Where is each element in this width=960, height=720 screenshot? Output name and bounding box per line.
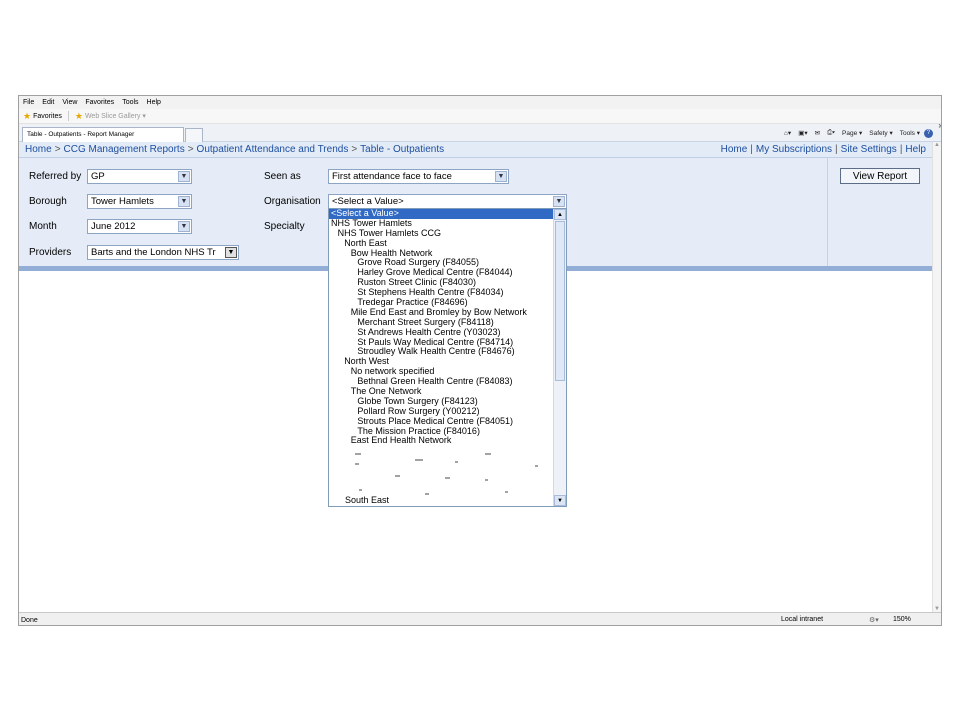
providers-select[interactable]: Barts and the London NHS Tr ▼ xyxy=(87,245,239,260)
read-mail-icon[interactable]: ✉ xyxy=(815,129,820,137)
obscured-options xyxy=(355,449,538,501)
status-bar: Done Local intranet ⚙▾ 150% xyxy=(19,612,941,625)
status-text: Done xyxy=(21,616,38,624)
breadcrumb-separator: > xyxy=(351,144,358,155)
link-separator: | xyxy=(835,144,838,155)
menu-help[interactable]: Help xyxy=(147,99,161,106)
month-select[interactable]: June 2012 ▼ xyxy=(87,219,192,234)
global-link[interactable]: Home xyxy=(721,144,748,155)
tab-title: Table - Outpatients - Report Manager xyxy=(27,131,135,138)
browser-tab-active[interactable]: Table - Outpatients - Report Manager xyxy=(22,127,184,142)
menu-bar: File Edit View Favorites Tools Help xyxy=(19,96,941,109)
seen-as-value: First attendance face to face xyxy=(332,171,452,182)
chevron-down-icon[interactable]: ▼ xyxy=(553,196,565,207)
breadcrumb-link[interactable]: CCG Management Reports xyxy=(64,144,185,155)
chevron-down-icon[interactable]: ▼ xyxy=(178,196,190,207)
referred-by-select[interactable]: GP ▼ xyxy=(87,169,192,184)
favorites-star-icon[interactable]: ★ xyxy=(23,111,31,122)
chevron-down-icon[interactable]: ▼ xyxy=(495,171,507,182)
borough-value: Tower Hamlets xyxy=(91,196,154,207)
global-link[interactable]: Site Settings xyxy=(841,144,897,155)
breadcrumb-link[interactable]: Home xyxy=(25,144,52,155)
favorites-button[interactable]: Favorites xyxy=(33,113,62,120)
toolbar-divider xyxy=(67,111,69,121)
new-tab-button[interactable] xyxy=(185,128,203,142)
referred-by-label: Referred by xyxy=(29,171,82,182)
breadcrumb: Home > CCG Management Reports > Outpatient A… xyxy=(25,144,444,155)
breadcrumb-separator: > xyxy=(54,144,61,155)
month-label: Month xyxy=(29,221,57,232)
chevron-down-icon[interactable]: ▼ xyxy=(225,247,237,258)
tools-menu[interactable]: Tools ▾ xyxy=(900,129,920,137)
browser-window: File Edit View Favorites Tools Help ★ Favorit… xyxy=(18,95,942,626)
seen-as-label: Seen as xyxy=(264,171,301,182)
safety-menu[interactable]: Safety ▾ xyxy=(869,129,893,137)
zoom-level[interactable]: 150% xyxy=(893,616,911,623)
help-icon[interactable]: ? xyxy=(924,128,933,138)
chevron-more-icon[interactable]: » xyxy=(939,121,941,130)
menu-tools[interactable]: Tools xyxy=(122,99,138,106)
borough-select[interactable]: Tower Hamlets ▼ xyxy=(87,194,192,209)
organisation-value: <Select a Value> xyxy=(332,196,404,207)
feeds-icon[interactable]: ▣▾ xyxy=(798,129,807,137)
command-bar: ⌂▾ ▣▾ ✉ ⎙▾ Page ▾ Safety ▾ Tools ▾ ? » xyxy=(777,121,941,139)
panel-divider xyxy=(827,158,828,266)
month-value: June 2012 xyxy=(91,221,136,232)
dropdown-scrollbar[interactable]: ▲ ▼ xyxy=(553,209,566,506)
breadcrumb-separator: > xyxy=(187,144,194,155)
organisation-option-south-east[interactable]: South East xyxy=(343,495,389,506)
print-icon[interactable]: ⎙▾ xyxy=(827,129,835,137)
referred-by-value: GP xyxy=(91,171,105,182)
web-slice-gallery-link[interactable]: Web Slice Gallery ▾ xyxy=(85,112,146,120)
menu-view[interactable]: View xyxy=(62,99,77,106)
organisation-select[interactable]: <Select a Value> ▼ xyxy=(328,194,567,209)
scroll-up-icon[interactable]: ▲ xyxy=(554,209,566,220)
protected-mode-icon[interactable]: ⚙▾ xyxy=(869,616,879,624)
page-menu[interactable]: Page ▾ xyxy=(842,129,862,137)
global-links: Home | My Subscriptions | Site Settings | Help xyxy=(721,144,926,155)
menu-edit[interactable]: Edit xyxy=(42,99,54,106)
favorites-bar: ★ Favorites ★ Web Slice Gallery ▾ xyxy=(19,109,941,124)
link-separator: | xyxy=(899,144,903,155)
breadcrumb-link[interactable]: Table - Outpatients xyxy=(360,144,444,155)
dropdown-scroll-thumb[interactable] xyxy=(555,221,565,381)
menu-file[interactable]: File xyxy=(23,99,34,106)
organisation-label: Organisation xyxy=(264,196,321,207)
scroll-down-icon[interactable]: ▼ xyxy=(554,495,566,506)
link-separator: | xyxy=(750,144,753,155)
report-header-bar: Home > CCG Management Reports > Outpatient A… xyxy=(19,142,932,158)
borough-label: Borough xyxy=(29,196,67,207)
global-link[interactable]: Help xyxy=(905,144,926,155)
global-link[interactable]: My Subscriptions xyxy=(756,144,832,155)
scroll-up-icon[interactable]: ▲ xyxy=(934,142,940,148)
chevron-down-icon[interactable]: ▼ xyxy=(178,171,190,182)
specialty-label: Specialty xyxy=(264,221,305,232)
organisation-option[interactable]: East End Health Network xyxy=(329,436,553,446)
home-icon[interactable]: ⌂▾ xyxy=(784,129,791,137)
page-scrollbar[interactable]: ▲ ▼ xyxy=(932,142,941,612)
seen-as-select[interactable]: First attendance face to face ▼ xyxy=(328,169,509,184)
view-report-button[interactable]: View Report xyxy=(840,168,920,184)
chevron-down-icon[interactable]: ▼ xyxy=(178,221,190,232)
add-favorite-icon[interactable]: ★ xyxy=(75,111,83,122)
organisation-options: <Select a Value> NHS Tower Hamlets NHS Tow… xyxy=(329,209,553,446)
organisation-dropdown-list[interactable]: <Select a Value> NHS Tower Hamlets NHS Tow… xyxy=(328,208,567,507)
providers-label: Providers xyxy=(29,247,72,258)
security-zone: Local intranet xyxy=(781,616,824,623)
menu-favorites[interactable]: Favorites xyxy=(85,99,114,106)
providers-value: Barts and the London NHS Tr xyxy=(91,247,216,258)
breadcrumb-link[interactable]: Outpatient Attendance and Trends xyxy=(197,144,349,155)
